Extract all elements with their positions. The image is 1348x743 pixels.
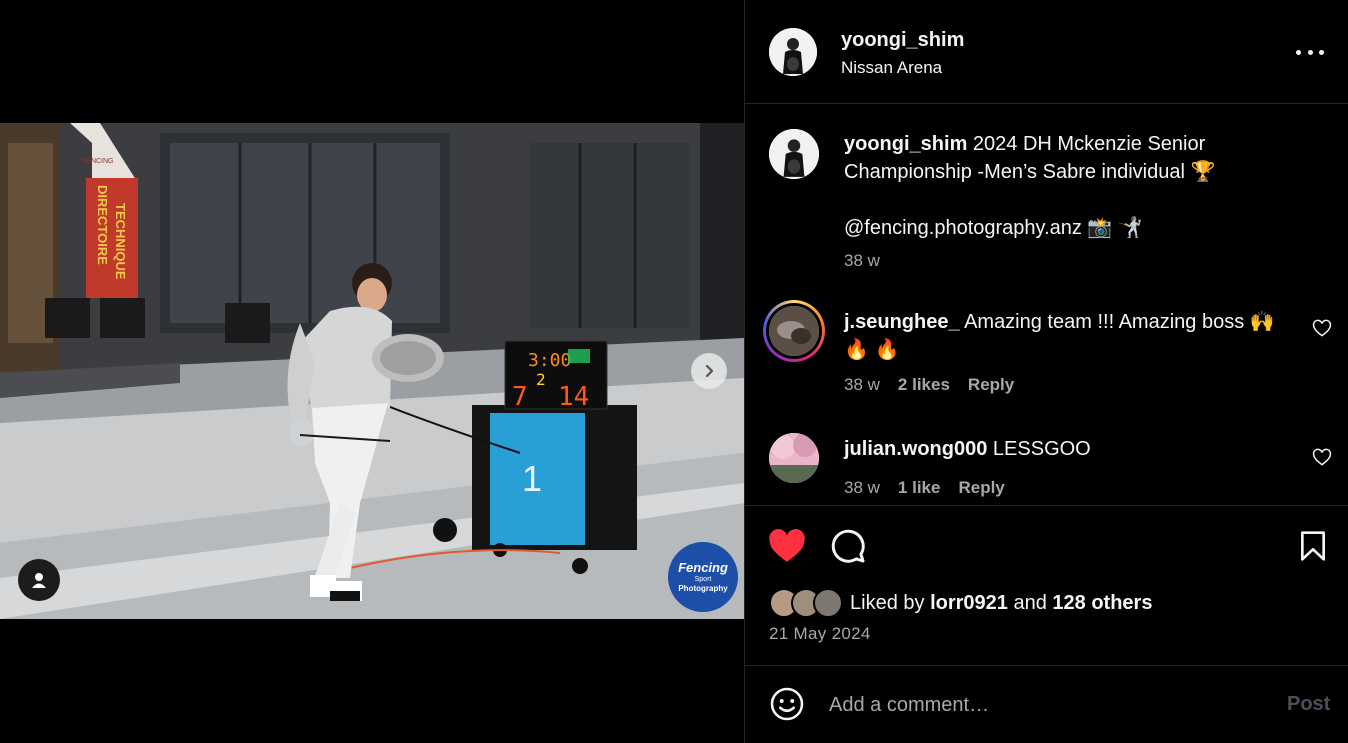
- liker-avatar: [813, 588, 843, 618]
- post-header: yoongi_shim Nissan Arena: [745, 0, 1348, 104]
- comment-like-heart-icon[interactable]: [1312, 319, 1332, 339]
- watermark-line1: Fencing: [678, 560, 728, 575]
- save-button[interactable]: [1293, 526, 1333, 566]
- avatar-image: [769, 306, 819, 356]
- emoji-button[interactable]: [769, 686, 805, 722]
- caption-text: yoongi_shim 2024 DH Mckenzie Senior Cham…: [844, 130, 1294, 242]
- emoji-smiley-icon: [770, 687, 804, 721]
- likers-avatars[interactable]: [769, 588, 849, 618]
- caption-meta: 38 w: [844, 251, 880, 271]
- next-image-button[interactable]: [691, 353, 727, 389]
- comment-body-line1: LESSGOO: [992, 438, 1091, 460]
- comment-composer: Post: [745, 665, 1348, 743]
- svg-text:3:00: 3:00: [528, 350, 571, 371]
- fencing-scene: FENCING DIRECTOIRE TECHNIQUE 1 3:00 7 2 …: [0, 123, 744, 619]
- more-options-button[interactable]: [1296, 42, 1324, 62]
- post-comment-button[interactable]: Post: [1287, 693, 1330, 716]
- commenter-avatar[interactable]: [769, 433, 819, 483]
- comment-button[interactable]: [828, 526, 868, 566]
- liked-by-and: and: [1013, 592, 1047, 614]
- comment-age: 38 w: [844, 478, 880, 497]
- liked-by-text: Liked by lorr0921 and 128 others: [850, 592, 1152, 615]
- comment-age: 38 w: [844, 375, 880, 394]
- svg-text:14: 14: [558, 382, 589, 412]
- bookmark-icon: [1301, 531, 1325, 561]
- liked-by-others-link[interactable]: 128 others: [1052, 592, 1152, 614]
- tagged-users-button[interactable]: [18, 559, 60, 601]
- liked-by-user-link[interactable]: lorr0921: [930, 592, 1008, 614]
- comment-username-link[interactable]: j.seunghee_: [844, 311, 960, 333]
- comments-section[interactable]: yoongi_shim 2024 DH Mckenzie Senior Cham…: [745, 105, 1348, 505]
- comment-username-link[interactable]: julian.wong000: [844, 438, 987, 460]
- reply-button[interactable]: Reply: [958, 478, 1004, 498]
- svg-text:DIRECTOIRE: DIRECTOIRE: [95, 185, 110, 265]
- svg-text:1: 1: [522, 458, 542, 499]
- commenter-avatar[interactable]: [769, 306, 819, 356]
- author-username-link[interactable]: yoongi_shim: [841, 29, 964, 52]
- caption-username-link[interactable]: yoongi_shim: [844, 133, 967, 155]
- svg-text:FENCING: FENCING: [82, 158, 114, 165]
- post-actions: Liked by lorr0921 and 128 others 21 May …: [745, 505, 1348, 665]
- watermark-line2: Sport: [694, 576, 712, 583]
- reply-button[interactable]: Reply: [968, 375, 1014, 395]
- user-tag-icon: [32, 573, 46, 588]
- heart-filled-icon: [769, 529, 805, 562]
- comment-body-line2: 🔥 🔥: [844, 339, 900, 361]
- post-side-pane: yoongi_shim Nissan Arena yoongi_shim 202…: [744, 0, 1348, 743]
- comment-like-heart-icon[interactable]: [1312, 448, 1332, 468]
- caption-age: 38 w: [844, 251, 880, 270]
- liked-by-prefix: Liked by: [850, 592, 925, 614]
- more-dot: [1307, 49, 1313, 55]
- comment-meta: 38 w 1 like Reply: [844, 478, 1005, 498]
- more-dot: [1319, 49, 1324, 55]
- svg-text:2: 2: [536, 370, 546, 389]
- caption-line1: 2024 DH Mckenzie Senior: [972, 133, 1206, 155]
- post-photo[interactable]: FENCING DIRECTOIRE TECHNIQUE 1 3:00 7 2 …: [0, 123, 744, 619]
- chevron-right-icon: [705, 364, 714, 378]
- comment-meta: 38 w 2 likes Reply: [844, 375, 1014, 395]
- avatar-image: [769, 28, 817, 76]
- comment-text: j.seunghee_ Amazing team !!! Amazing bos…: [844, 308, 1294, 364]
- post-date[interactable]: 21 May 2024: [769, 624, 871, 644]
- location-link[interactable]: Nissan Arena: [841, 58, 942, 78]
- caption-mention-link[interactable]: @fencing.photography.anz 📸 🤺: [844, 217, 1143, 239]
- photographer-watermark: Fencing Sport Photography: [668, 542, 738, 612]
- caption-line2: Championship -Men’s Sabre individual 🏆: [844, 161, 1216, 183]
- comment-body-line1: Amazing team !!! Amazing boss 🙌: [964, 311, 1275, 333]
- comment-likes-link[interactable]: 1 like: [898, 478, 941, 498]
- avatar-image: [769, 129, 819, 179]
- comment-likes-link[interactable]: 2 likes: [898, 375, 950, 395]
- media-pane: FENCING DIRECTOIRE TECHNIQUE 1 3:00 7 2 …: [0, 0, 744, 743]
- comment-input[interactable]: [829, 690, 1259, 720]
- comment-text: julian.wong000 LESSGOO: [844, 435, 1294, 463]
- more-dots-icon: [1296, 49, 1301, 55]
- author-avatar[interactable]: [769, 28, 817, 76]
- like-button[interactable]: [767, 526, 807, 566]
- caption-avatar[interactable]: [769, 129, 819, 179]
- svg-text:TECHNIQUE: TECHNIQUE: [113, 203, 128, 280]
- svg-text:7: 7: [512, 382, 528, 412]
- avatar-image: [769, 433, 819, 483]
- comment-bubble-icon: [831, 529, 865, 563]
- watermark-line3: Photography: [678, 584, 728, 593]
